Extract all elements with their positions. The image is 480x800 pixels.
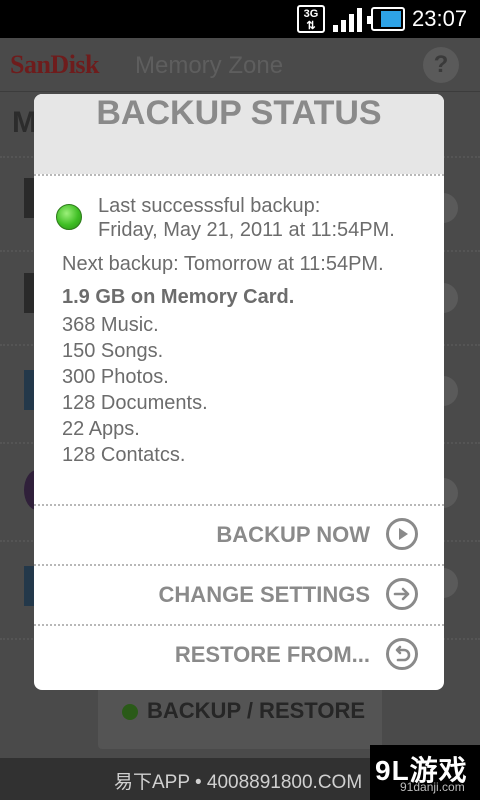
backup-status-dialog: BACKUP STATUS Last successsful backup: F… xyxy=(34,94,444,690)
last-backup-date: Friday, May 21, 2011 at 11:54PM. xyxy=(98,219,395,241)
backup-now-label: BACKUP NOW xyxy=(216,522,370,547)
play-icon xyxy=(386,518,418,550)
list-item-documents: 128 Documents. xyxy=(62,392,208,414)
undo-icon xyxy=(386,638,418,670)
change-settings-button[interactable]: CHANGE SETTINGS xyxy=(34,566,444,624)
storage-summary: 1.9 GB on Memory Card. xyxy=(62,286,295,308)
list-item-contacts: 128 Contatcs. xyxy=(62,444,186,466)
watermark-url: 91danji.com xyxy=(400,780,465,794)
3g-icon: 3G ⇅ xyxy=(297,5,325,33)
restore-from-label: RESTORE FROM... xyxy=(174,642,370,667)
backup-now-button[interactable]: BACKUP NOW xyxy=(34,506,444,564)
status-dot-icon xyxy=(122,704,138,720)
status-bar: 3G ⇅ 23:07 xyxy=(0,0,480,38)
list-item-songs: 150 Songs. xyxy=(62,340,164,362)
arrow-right-icon xyxy=(386,578,418,610)
list-item-apps: 22 Apps. xyxy=(62,418,140,440)
last-backup-label: Last successsful backup: xyxy=(98,195,321,217)
brand-logo: SanDisk xyxy=(10,50,100,79)
next-backup: Next backup: Tomorrow at 11:54PM. xyxy=(62,253,384,275)
dialog-header: BACKUP STATUS xyxy=(34,94,444,174)
battery-icon xyxy=(367,7,405,31)
dialog-title: BACKUP STATUS xyxy=(96,94,382,132)
list-item-photos: 300 Photos. xyxy=(62,366,169,388)
watermark-text: 易下APP • 4008891800.COM xyxy=(114,772,363,793)
app-header: SanDisk Memory Zone ? xyxy=(0,38,480,92)
help-icon[interactable]: ? xyxy=(423,47,459,83)
restore-from-button[interactable]: RESTORE FROM... xyxy=(34,626,444,684)
backup-restore-label: BACKUP / RESTORE xyxy=(147,698,366,723)
dotted-divider xyxy=(34,174,444,176)
list-item-music: 368 Music. xyxy=(62,314,159,336)
signal-icon xyxy=(333,8,365,32)
change-settings-label: CHANGE SETTINGS xyxy=(158,582,370,607)
app-subtitle: Memory Zone xyxy=(135,52,284,79)
status-ok-icon xyxy=(56,204,82,230)
clock: 23:07 xyxy=(412,6,468,31)
